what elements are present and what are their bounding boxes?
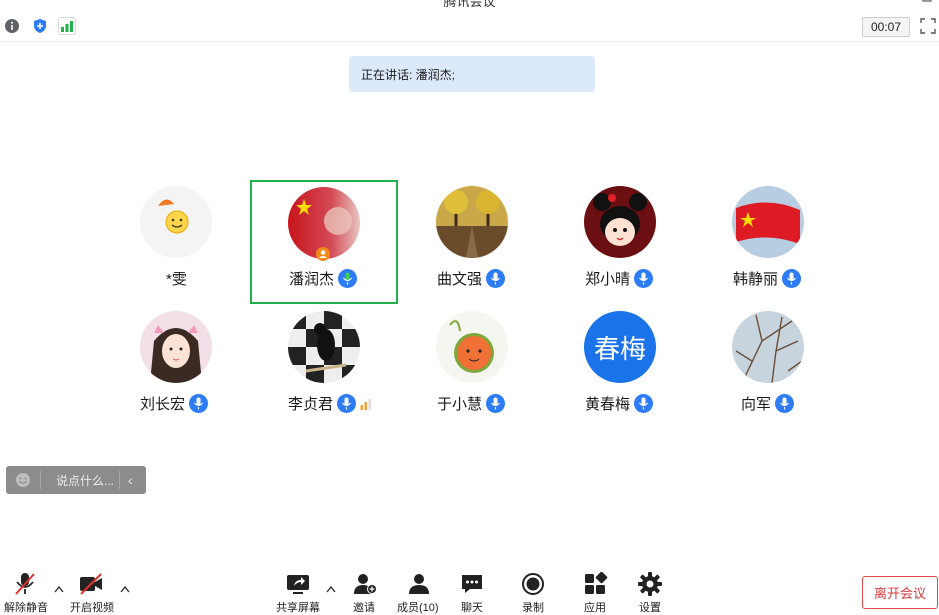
avatar	[288, 311, 360, 383]
emoji-icon[interactable]	[15, 472, 31, 488]
settings-label[interactable]: 设置	[639, 599, 661, 615]
mic-icon	[189, 394, 209, 413]
participant-tile[interactable]: 韩静丽	[695, 180, 843, 304]
mic-icon	[634, 269, 654, 288]
participant-name: 曲文强	[437, 271, 483, 288]
avatar-initials: 春梅	[593, 333, 646, 364]
host-icon	[316, 247, 330, 261]
leave-meeting-button[interactable]: 离开会议	[862, 576, 938, 609]
record-icon[interactable]	[520, 572, 546, 596]
collapse-chevron-icon[interactable]: ‹	[128, 472, 133, 488]
avatar	[584, 186, 656, 258]
mic-muted-icon[interactable]	[12, 572, 38, 596]
weak-signal-icon	[360, 398, 372, 410]
avatar	[140, 311, 212, 383]
top-bar: 腾讯会议 00:07	[0, 0, 939, 42]
shield-icon[interactable]	[31, 17, 49, 35]
chat-quick-input[interactable]: 说点什么... ‹	[6, 466, 146, 494]
mic-icon	[486, 269, 506, 288]
participant-tile[interactable]: 于小慧	[399, 305, 547, 429]
participant-name: 潘润杰	[289, 271, 335, 288]
mic-icon	[775, 394, 795, 413]
mic-icon	[634, 394, 654, 413]
avatar	[140, 186, 212, 258]
members-label[interactable]: 成员(10)	[397, 599, 439, 615]
maximize-icon[interactable]	[922, 0, 932, 2]
participant-name: 韩静丽	[733, 271, 779, 288]
speaking-banner: 正在讲话: 潘润杰;	[349, 56, 595, 92]
participant-tile[interactable]: 曲文强	[399, 180, 547, 304]
meeting-timer: 00:07	[862, 17, 910, 37]
gear-icon[interactable]	[637, 572, 663, 596]
participant-name: 黄春梅	[585, 396, 631, 413]
info-icon[interactable]	[3, 17, 21, 35]
avatar: 春梅	[584, 311, 656, 383]
chevron-up-icon[interactable]	[120, 585, 130, 593]
chevron-up-icon[interactable]	[326, 585, 336, 593]
avatar	[732, 311, 804, 383]
fullscreen-icon[interactable]	[920, 18, 936, 34]
chat-icon[interactable]	[459, 572, 485, 596]
members-icon[interactable]	[406, 572, 432, 596]
mic-icon	[782, 269, 802, 288]
avatar	[436, 186, 508, 258]
share-label[interactable]: 共享屏幕	[276, 599, 320, 615]
mic-on-icon	[338, 269, 358, 288]
chat-label[interactable]: 聊天	[461, 599, 483, 615]
avatar	[436, 311, 508, 383]
participant-name: 郑小晴	[585, 271, 631, 288]
participant-name: *雯	[166, 271, 187, 288]
video-label[interactable]: 开启视频	[70, 599, 114, 615]
participant-tile[interactable]: 向军	[695, 305, 843, 429]
participant-tile[interactable]: 李贞君	[251, 305, 399, 429]
apps-icon[interactable]	[582, 572, 608, 596]
unmute-label[interactable]: 解除静音	[4, 599, 48, 615]
participant-tile[interactable]: 刘长宏	[103, 305, 251, 429]
invite-label[interactable]: 邀请	[353, 599, 375, 615]
invite-user-icon[interactable]	[352, 572, 378, 596]
window-title: 腾讯会议	[443, 0, 496, 9]
minimize-icon[interactable]	[898, 0, 908, 2]
mic-icon	[486, 394, 506, 413]
share-screen-icon[interactable]	[285, 572, 311, 596]
chevron-up-icon[interactable]	[54, 585, 64, 593]
chat-placeholder[interactable]: 说点什么...	[56, 472, 114, 489]
signal-icon[interactable]	[58, 17, 76, 35]
mic-icon	[337, 394, 357, 413]
divider	[119, 471, 120, 489]
participant-tile[interactable]: *雯	[103, 180, 251, 304]
participant-name: 向军	[741, 396, 772, 413]
avatar	[732, 186, 804, 258]
participant-name: 于小慧	[437, 396, 483, 413]
apps-label[interactable]: 应用	[584, 599, 606, 615]
participant-name: 李贞君	[288, 396, 334, 413]
video-off-icon[interactable]	[78, 572, 104, 596]
divider	[40, 471, 41, 489]
participant-tile[interactable]: 春梅 黄春梅	[547, 305, 695, 429]
participant-name: 刘长宏	[140, 396, 186, 413]
record-label[interactable]: 录制	[522, 599, 544, 615]
participant-tile[interactable]: 郑小晴	[547, 180, 695, 304]
participant-tile-active[interactable]: 潘润杰	[250, 180, 398, 304]
